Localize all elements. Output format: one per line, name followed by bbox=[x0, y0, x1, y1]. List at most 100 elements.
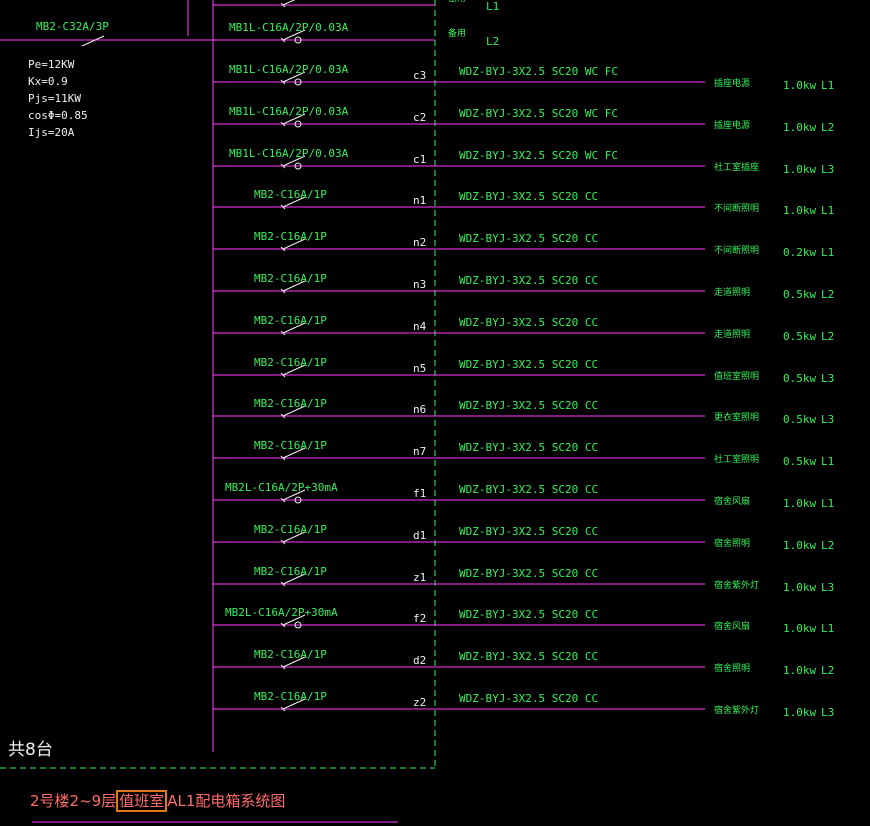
cable-spec: WDZ-BYJ-3X2.5 SC20 CC bbox=[459, 358, 599, 371]
param-pjs: Pjs=11KW bbox=[28, 92, 81, 105]
breaker-label: MB2-C16A/1P bbox=[254, 439, 327, 452]
breaker-label: MB2-C16A/1P bbox=[254, 314, 327, 327]
load-power: 1.0kw bbox=[783, 79, 817, 92]
cable-spec: WDZ-BYJ-3X2.5 SC20 CC bbox=[459, 692, 599, 705]
load-description: 不间断照明 bbox=[714, 246, 760, 256]
load-description: 备用 bbox=[448, 0, 466, 4]
breaker-label: MB2-C16A/1P bbox=[254, 690, 327, 703]
breaker-label: MB1L-C16A/2P/0.03A bbox=[229, 147, 349, 160]
phase-label: L2 bbox=[821, 664, 835, 677]
cable-spec: WDZ-BYJ-3X2.5 SC20 CC bbox=[459, 525, 599, 538]
breaker-label: MB2-C16A/1P bbox=[254, 648, 327, 661]
load-description: 社工室插座 bbox=[714, 163, 760, 173]
load-description: 宿舍紫外灯 bbox=[714, 706, 760, 716]
phase-label: L1 bbox=[821, 204, 835, 217]
breaker-label: MB2-C16A/1P bbox=[254, 356, 327, 369]
load-description: 更衣室照明 bbox=[714, 413, 760, 423]
load-description: 社工室照明 bbox=[714, 455, 760, 465]
cable-spec: WDZ-BYJ-3X2.5 SC20 CC bbox=[459, 316, 599, 329]
breaker-label: MB2L-C16A/2P+30mA bbox=[225, 481, 338, 494]
param-pe: Pe=12KW bbox=[28, 58, 75, 71]
load-description: 宿舍风扇 bbox=[714, 622, 751, 632]
load-description: 走道照明 bbox=[714, 288, 751, 298]
load-power: 1.0kw bbox=[783, 163, 817, 176]
phase-label: L2 bbox=[821, 539, 835, 552]
load-power: 1.0kw bbox=[783, 204, 817, 217]
phase-label: L3 bbox=[821, 413, 835, 426]
breaker-label: MB2-C16A/1P bbox=[254, 523, 327, 536]
phase-label: L1 bbox=[486, 0, 500, 13]
circuit-code: c2 bbox=[413, 111, 427, 124]
param-kx: Kx=0.9 bbox=[28, 75, 68, 88]
parameters-block: Pe=12KW Kx=0.9 Pjs=11KW cosΦ=0.85 Ijs=20… bbox=[28, 58, 88, 139]
title-suffix: AL1配电箱系统图 bbox=[167, 792, 286, 810]
main-breaker-label: MB2-C32A/3P bbox=[36, 20, 109, 33]
title-highlight: 值班室 bbox=[116, 790, 168, 812]
breaker-label: MB2L-C16A/2P+30mA bbox=[225, 606, 338, 619]
load-power: 1.0kw bbox=[783, 664, 817, 677]
load-power: 1.0kw bbox=[783, 539, 817, 552]
load-power: 1.0kw bbox=[783, 706, 817, 719]
phase-label: L2 bbox=[486, 35, 500, 48]
diagram-title: 2号楼2~9层 值班室 AL1配电箱系统图 bbox=[30, 790, 286, 812]
load-power: 0.5kw bbox=[783, 330, 817, 343]
breaker-switch-icon bbox=[282, 0, 296, 6]
load-power: 0.5kw bbox=[783, 372, 817, 385]
breaker-label: MB2-C16A/1P bbox=[254, 397, 327, 410]
load-description: 走道照明 bbox=[714, 330, 751, 340]
circuit-code: d1 bbox=[413, 529, 427, 542]
phase-label: L2 bbox=[821, 288, 835, 301]
cable-spec: WDZ-BYJ-3X2.5 SC20 CC bbox=[459, 608, 599, 621]
phase-label: L2 bbox=[821, 121, 835, 134]
circuit-code: z2 bbox=[413, 696, 427, 709]
load-power: 0.2kw bbox=[783, 246, 817, 259]
circuit-code: c1 bbox=[413, 153, 427, 166]
breaker-label: MB1L-C16A/2P/0.03A bbox=[229, 21, 349, 34]
cable-spec: WDZ-BYJ-3X2.5 SC20 CC bbox=[459, 190, 599, 203]
breaker-label: MB2-C16A/1P bbox=[254, 272, 327, 285]
load-power: 0.5kw bbox=[783, 413, 817, 426]
breaker-label: MB1L-C16A/2P/0.03A bbox=[229, 105, 349, 118]
circuit-code: c3 bbox=[413, 69, 427, 82]
phase-label: L1 bbox=[821, 79, 835, 92]
load-description: 插座电源 bbox=[714, 121, 751, 131]
cable-spec: WDZ-BYJ-3X2.5 SC20 WC FC bbox=[459, 65, 618, 78]
circuit-code: n7 bbox=[413, 445, 427, 458]
circuit-code: n4 bbox=[413, 320, 427, 333]
circuit-code: f2 bbox=[413, 612, 427, 625]
unit-count-label: 共8台 bbox=[8, 740, 53, 760]
phase-label: L1 bbox=[821, 622, 835, 635]
load-power: 0.5kw bbox=[783, 288, 817, 301]
phase-label: L1 bbox=[821, 246, 835, 259]
phase-label: L3 bbox=[821, 163, 835, 176]
cable-spec: WDZ-BYJ-3X2.5 SC20 CC bbox=[459, 483, 599, 496]
phase-label: L1 bbox=[821, 497, 835, 510]
main-breaker-switch bbox=[81, 35, 105, 47]
breaker-label: MB2-C16A/1P bbox=[254, 188, 327, 201]
title-prefix: 2号楼2~9层 bbox=[30, 792, 117, 810]
breaker-label: MB2-C16A/1P bbox=[254, 565, 327, 578]
cable-spec: WDZ-BYJ-3X2.5 SC20 CC bbox=[459, 399, 599, 412]
cable-spec: WDZ-BYJ-3X2.5 SC20 WC FC bbox=[459, 149, 618, 162]
load-description: 值班室照明 bbox=[714, 372, 760, 382]
load-description: 不间断照明 bbox=[714, 204, 760, 214]
cable-spec: WDZ-BYJ-3X2.5 SC20 CC bbox=[459, 274, 599, 287]
phase-label: L1 bbox=[821, 455, 835, 468]
circuit-code: n2 bbox=[413, 236, 427, 249]
breaker-label: MB2-C16A/1P bbox=[254, 230, 327, 243]
phase-label: L3 bbox=[821, 581, 835, 594]
load-power: 1.0kw bbox=[783, 581, 817, 594]
circuit-code: n5 bbox=[413, 362, 427, 375]
cable-spec: WDZ-BYJ-3X2.5 SC20 CC bbox=[459, 232, 599, 245]
phase-label: L3 bbox=[821, 372, 835, 385]
cable-spec: WDZ-BYJ-3X2.5 SC20 CC bbox=[459, 441, 599, 454]
circuit-code: n6 bbox=[413, 403, 427, 416]
circuit-code: f1 bbox=[413, 487, 427, 500]
load-description: 宿舍风扇 bbox=[714, 497, 751, 507]
phase-label: L2 bbox=[821, 330, 835, 343]
load-description: 宿舍照明 bbox=[714, 539, 751, 549]
cable-spec: WDZ-BYJ-3X2.5 SC20 CC bbox=[459, 650, 599, 663]
circuit-code: n3 bbox=[413, 278, 427, 291]
load-description: 插座电源 bbox=[714, 79, 751, 89]
circuit-code: d2 bbox=[413, 654, 427, 667]
